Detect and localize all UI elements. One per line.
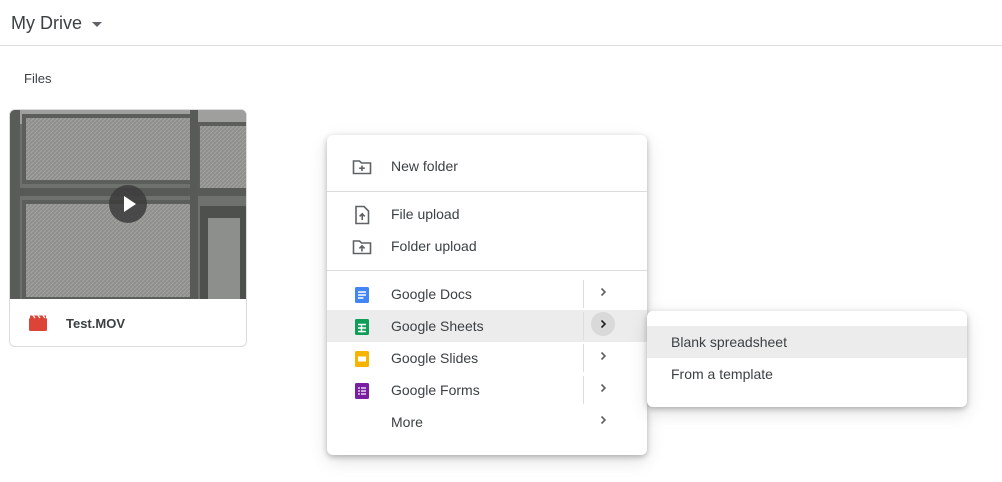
submenu-item-blank-spreadsheet[interactable]: Blank spreadsheet xyxy=(647,326,967,358)
submenu-item-from-template[interactable]: From a template xyxy=(647,358,967,390)
google-docs-icon xyxy=(355,287,369,303)
menu-item-file-upload[interactable]: File upload xyxy=(327,198,647,230)
submenu-item-label: Blank spreadsheet xyxy=(671,334,787,350)
file-card[interactable]: Test.MOV xyxy=(9,109,247,347)
google-forms-icon xyxy=(355,383,369,399)
folder-upload-icon xyxy=(352,240,372,255)
menu-item-label: Google Sheets xyxy=(391,318,484,334)
google-sheets-icon xyxy=(355,319,369,335)
menu-item-label: Google Forms xyxy=(391,382,480,398)
menu-item-label: Google Docs xyxy=(391,286,472,302)
menu-item-google-slides[interactable]: Google Slides xyxy=(327,342,647,374)
menu-item-google-sheets[interactable]: Google Sheets xyxy=(327,310,647,342)
my-drive-dropdown[interactable]: My Drive xyxy=(11,10,102,36)
menu-item-label: Folder upload xyxy=(391,238,477,254)
file-footer: Test.MOV xyxy=(10,299,246,346)
sheets-submenu: Blank spreadsheet From a template xyxy=(647,311,967,407)
google-slides-icon xyxy=(355,351,369,367)
video-thumbnail xyxy=(10,110,246,299)
chevron-right-icon[interactable] xyxy=(591,344,615,368)
menu-item-label: File upload xyxy=(391,206,460,222)
menu-divider xyxy=(327,270,647,271)
chevron-right-icon[interactable] xyxy=(591,312,615,336)
play-icon[interactable] xyxy=(109,185,147,223)
files-section-label: Files xyxy=(24,71,52,86)
file-name: Test.MOV xyxy=(66,315,125,331)
video-file-icon xyxy=(29,315,47,331)
chevron-right-icon[interactable] xyxy=(591,376,615,400)
submenu-item-label: From a template xyxy=(671,366,773,382)
menu-item-label: More xyxy=(391,414,423,430)
menu-separator xyxy=(583,376,584,404)
menu-item-google-forms[interactable]: Google Forms xyxy=(327,374,647,406)
header: My Drive xyxy=(0,0,1002,46)
chevron-right-icon[interactable] xyxy=(591,280,615,304)
new-folder-icon xyxy=(352,160,372,175)
menu-item-more[interactable]: More xyxy=(327,406,647,438)
page-title: My Drive xyxy=(11,12,82,33)
menu-item-new-folder[interactable]: New folder xyxy=(327,150,647,182)
menu-separator xyxy=(583,280,584,308)
chevron-right-icon[interactable] xyxy=(591,408,615,432)
menu-item-google-docs[interactable]: Google Docs xyxy=(327,278,647,310)
menu-separator xyxy=(583,344,584,372)
caret-down-icon xyxy=(92,21,102,27)
new-menu: New folder File upload Folder upload Goo… xyxy=(327,135,647,455)
menu-item-folder-upload[interactable]: Folder upload xyxy=(327,230,647,262)
menu-divider xyxy=(327,191,647,192)
file-upload-icon xyxy=(355,205,370,225)
menu-separator xyxy=(583,312,584,340)
menu-item-label: New folder xyxy=(391,158,458,174)
menu-item-label: Google Slides xyxy=(391,350,479,366)
